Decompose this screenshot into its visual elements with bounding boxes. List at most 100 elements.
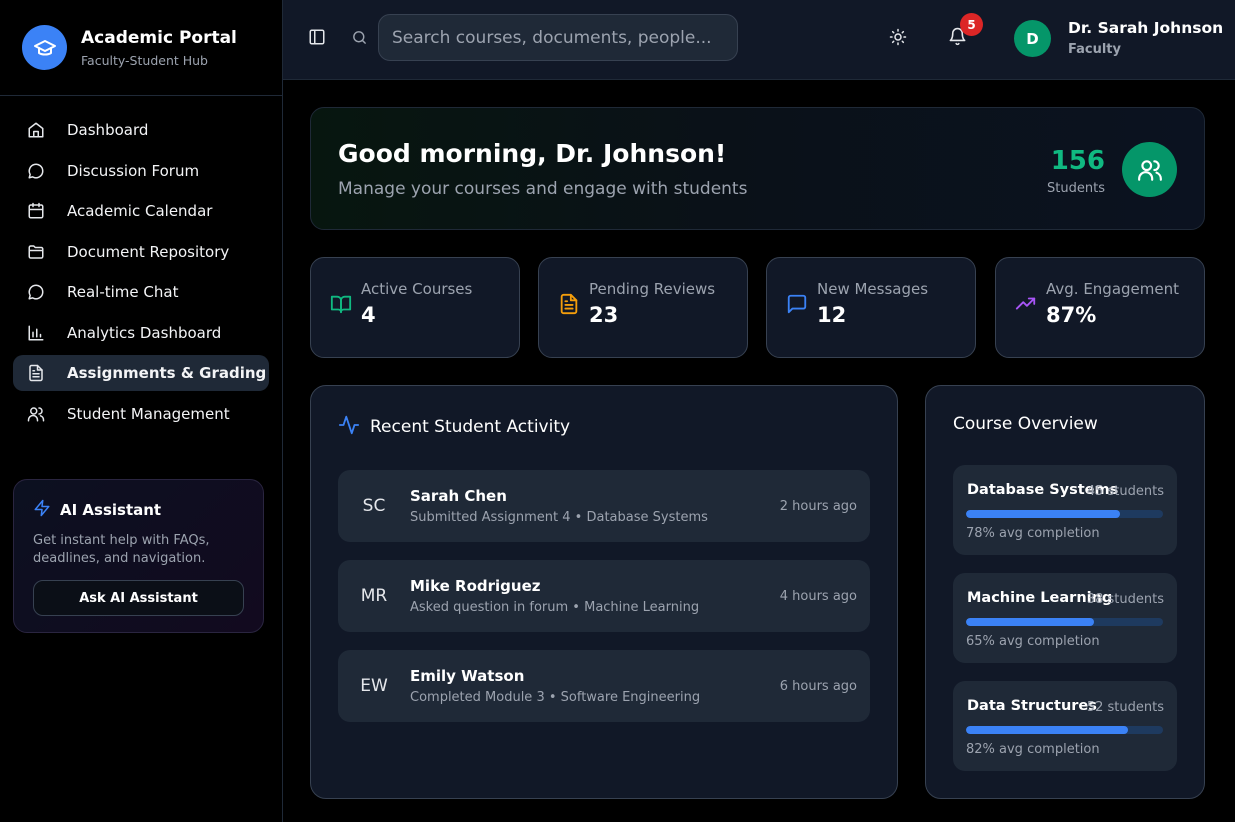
completion-progress-fill xyxy=(966,510,1120,518)
sidebar-item-label: Dashboard xyxy=(67,121,149,139)
completion-progress-bar xyxy=(966,726,1163,734)
avatar[interactable]: D xyxy=(1014,20,1051,57)
sidebar-item-label: Real-time Chat xyxy=(67,283,179,301)
welcome-title: Good morning, Dr. Johnson! xyxy=(338,139,727,168)
sidebar-item-label: Document Repository xyxy=(67,242,230,261)
stat-value: 12 xyxy=(817,303,847,327)
brand-header: Academic Portal Faculty-Student Hub xyxy=(0,0,282,96)
activity-title: Recent Student Activity xyxy=(370,417,571,437)
ask-ai-assistant-button[interactable]: Ask AI Assistant xyxy=(33,580,244,616)
completion-progress-fill xyxy=(966,618,1095,626)
sidebar-item-label: Assignments & Grading xyxy=(67,364,267,382)
search-icon xyxy=(351,29,368,50)
course-card[interactable]: Database Systems 45 students 78% avg com… xyxy=(953,465,1177,555)
stat-card-pending-reviews[interactable]: Pending Reviews 23 xyxy=(538,257,748,358)
theme-toggle-icon[interactable] xyxy=(889,28,907,50)
completion-progress-bar xyxy=(966,510,1163,518)
activity-description: Submitted Assignment 4 • Database System… xyxy=(410,510,708,525)
recent-activity-panel: Recent Student Activity SC Sarah Chen Su… xyxy=(310,385,898,799)
activity-description: Completed Module 3 • Software Engineerin… xyxy=(410,690,701,705)
activity-item[interactable]: SC Sarah Chen Submitted Assignment 4 • D… xyxy=(338,470,870,542)
activity-item[interactable]: EW Emily Watson Completed Module 3 • Sof… xyxy=(338,650,870,722)
top-header: 5 D Dr. Sarah Johnson Faculty xyxy=(283,0,1235,80)
sidebar-item-discussion-forum[interactable]: Discussion Forum xyxy=(13,153,269,189)
notification-badge: 5 xyxy=(960,13,983,36)
folder-icon xyxy=(26,242,46,262)
sidebar-item-assignments-grading[interactable]: Assignments & Grading xyxy=(13,355,269,391)
course-completion: 78% avg completion xyxy=(966,526,1100,541)
brand-title: Academic Portal xyxy=(81,27,237,48)
stat-label: Avg. Engagement xyxy=(1046,280,1179,298)
student-label: Students xyxy=(1047,181,1105,196)
user-name: Dr. Sarah Johnson xyxy=(1068,19,1224,37)
course-student-count: 45 students xyxy=(1086,484,1164,499)
calendar-icon xyxy=(26,201,46,221)
trending-up-icon xyxy=(1015,293,1037,319)
stat-card-new-messages[interactable]: New Messages 12 xyxy=(766,257,976,358)
activity-student-name: Emily Watson xyxy=(410,667,525,685)
sidebar-item-real-time-chat[interactable]: Real-time Chat xyxy=(13,274,269,310)
lightning-icon xyxy=(33,499,51,521)
course-card[interactable]: Data Structures 52 students 82% avg comp… xyxy=(953,681,1177,771)
message-circle-icon xyxy=(26,161,46,181)
stat-value: 87% xyxy=(1046,303,1097,327)
course-overview-title: Course Overview xyxy=(953,414,1098,434)
home-icon xyxy=(26,120,46,140)
sidebar: Academic Portal Faculty-Student Hub Dash… xyxy=(0,0,283,822)
stat-card-active-courses[interactable]: Active Courses 4 xyxy=(310,257,520,358)
stat-value: 4 xyxy=(361,303,376,327)
course-completion: 65% avg completion xyxy=(966,634,1100,649)
sidebar-item-label: Discussion Forum xyxy=(67,161,200,180)
course-student-count: 52 students xyxy=(1086,700,1164,715)
sidebar-item-label: Academic Calendar xyxy=(67,202,213,220)
students-icon xyxy=(1122,142,1177,197)
message-square-icon xyxy=(786,293,808,319)
completion-progress-fill xyxy=(966,726,1128,734)
sidebar-item-document-repository[interactable]: Document Repository xyxy=(13,234,269,270)
activity-initials: MR xyxy=(360,586,388,606)
file-text-icon xyxy=(558,293,580,319)
sidebar-item-label: Analytics Dashboard xyxy=(67,323,222,342)
sidebar-item-label: Student Management xyxy=(67,404,230,423)
chat-icon xyxy=(26,282,46,302)
course-overview-panel: Course Overview Database Systems 45 stud… xyxy=(925,385,1205,799)
stat-card-avg-engagement[interactable]: Avg. Engagement 87% xyxy=(995,257,1205,358)
file-text-icon xyxy=(26,363,46,383)
activity-icon xyxy=(338,414,360,440)
user-role: Faculty xyxy=(1068,42,1121,57)
ai-assistant-description: Get instant help with FAQs, deadlines, a… xyxy=(33,533,210,566)
sidebar-item-analytics-dashboard[interactable]: Analytics Dashboard xyxy=(13,315,269,351)
sidebar-toggle-icon[interactable] xyxy=(308,28,326,50)
activity-time: 6 hours ago xyxy=(779,679,857,694)
users-icon xyxy=(26,404,46,424)
sidebar-item-dashboard[interactable]: Dashboard xyxy=(13,112,269,148)
welcome-subtitle: Manage your courses and engage with stud… xyxy=(338,179,748,199)
activity-initials: SC xyxy=(362,496,386,516)
activity-item[interactable]: MR Mike Rodriguez Asked question in foru… xyxy=(338,560,870,632)
sidebar-item-student-management[interactable]: Student Management xyxy=(13,396,269,432)
stat-label: New Messages xyxy=(817,280,929,298)
ai-assistant-card: AI Assistant Get instant help with FAQs,… xyxy=(13,479,264,633)
bar-chart-icon xyxy=(26,323,46,343)
activity-time: 2 hours ago xyxy=(779,499,857,514)
activity-initials: EW xyxy=(360,676,388,696)
welcome-banner: Good morning, Dr. Johnson! Manage your c… xyxy=(310,107,1205,230)
activity-time: 4 hours ago xyxy=(779,589,857,604)
course-name: Data Structures xyxy=(967,698,1097,714)
graduation-cap-icon xyxy=(22,25,67,70)
course-student-count: 38 students xyxy=(1086,592,1164,607)
stat-label: Active Courses xyxy=(361,280,473,298)
search-input[interactable] xyxy=(378,14,738,61)
book-open-icon xyxy=(330,293,352,319)
completion-progress-bar xyxy=(966,618,1163,626)
student-count: 156 xyxy=(1050,146,1105,176)
stat-value: 23 xyxy=(589,303,619,327)
sidebar-item-academic-calendar[interactable]: Academic Calendar xyxy=(13,193,269,229)
course-completion: 82% avg completion xyxy=(966,742,1100,757)
activity-student-name: Sarah Chen xyxy=(410,487,507,505)
sidebar-nav: Dashboard Discussion Forum Academic Cale… xyxy=(0,96,282,432)
brand-subtitle: Faculty-Student Hub xyxy=(81,52,208,68)
ai-assistant-title: AI Assistant xyxy=(60,501,162,519)
activity-description: Asked question in forum • Machine Learni… xyxy=(410,600,700,615)
course-card[interactable]: Machine Learning 38 students 65% avg com… xyxy=(953,573,1177,663)
